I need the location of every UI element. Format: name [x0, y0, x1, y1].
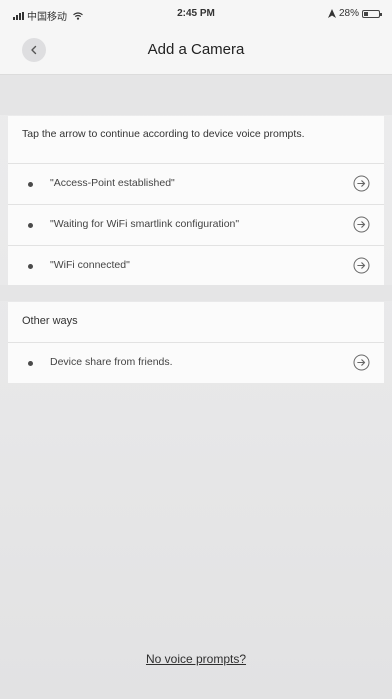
list-item-label: "WiFi connected": [50, 259, 130, 271]
list-item-label: "Access-Point established": [50, 177, 175, 189]
section-gap-top: [0, 75, 392, 115]
list-item-access-point[interactable]: "Access-Point established": [8, 164, 384, 205]
battery-icon: [362, 9, 382, 18]
battery-percent: 28%: [338, 8, 359, 19]
bullet-icon: [28, 361, 33, 366]
list-item-label: Device share from friends.: [50, 356, 173, 368]
status-right: 28%: [327, 8, 382, 19]
other-ways-card: Other ways Device share from friends.: [8, 302, 384, 383]
section-gap-middle: [0, 285, 392, 301]
arrow-right-circle-icon[interactable]: [353, 354, 370, 371]
bullet-icon: [28, 223, 33, 228]
no-voice-prompts-link[interactable]: No voice prompts?: [0, 652, 392, 666]
list-item-label: "Waiting for WiFi smartlink configuratio…: [50, 218, 240, 230]
list-item-waiting-smartlink[interactable]: "Waiting for WiFi smartlink configuratio…: [8, 205, 384, 246]
status-bar: 中国移动 2:45 PM 28%: [0, 0, 392, 26]
other-ways-title: Other ways: [22, 315, 78, 327]
bullet-icon: [28, 264, 33, 269]
voice-prompt-card: Tap the arrow to continue according to d…: [8, 116, 384, 286]
nav-bar: Add a Camera: [0, 26, 392, 75]
screen: 中国移动 2:45 PM 28% Add a Camera Tap the ar…: [0, 0, 392, 699]
bullet-icon: [28, 182, 33, 187]
list-item-wifi-connected[interactable]: "WiFi connected": [8, 246, 384, 286]
list-item-device-share[interactable]: Device share from friends.: [8, 343, 384, 383]
page-title: Add a Camera: [147, 41, 245, 58]
location-icon: [327, 9, 336, 18]
arrow-right-circle-icon[interactable]: [353, 257, 370, 274]
instruction-text: Tap the arrow to continue according to d…: [8, 116, 384, 164]
arrow-right-circle-icon[interactable]: [353, 216, 370, 233]
arrow-right-circle-icon[interactable]: [353, 175, 370, 192]
other-ways-header: Other ways: [8, 302, 384, 343]
